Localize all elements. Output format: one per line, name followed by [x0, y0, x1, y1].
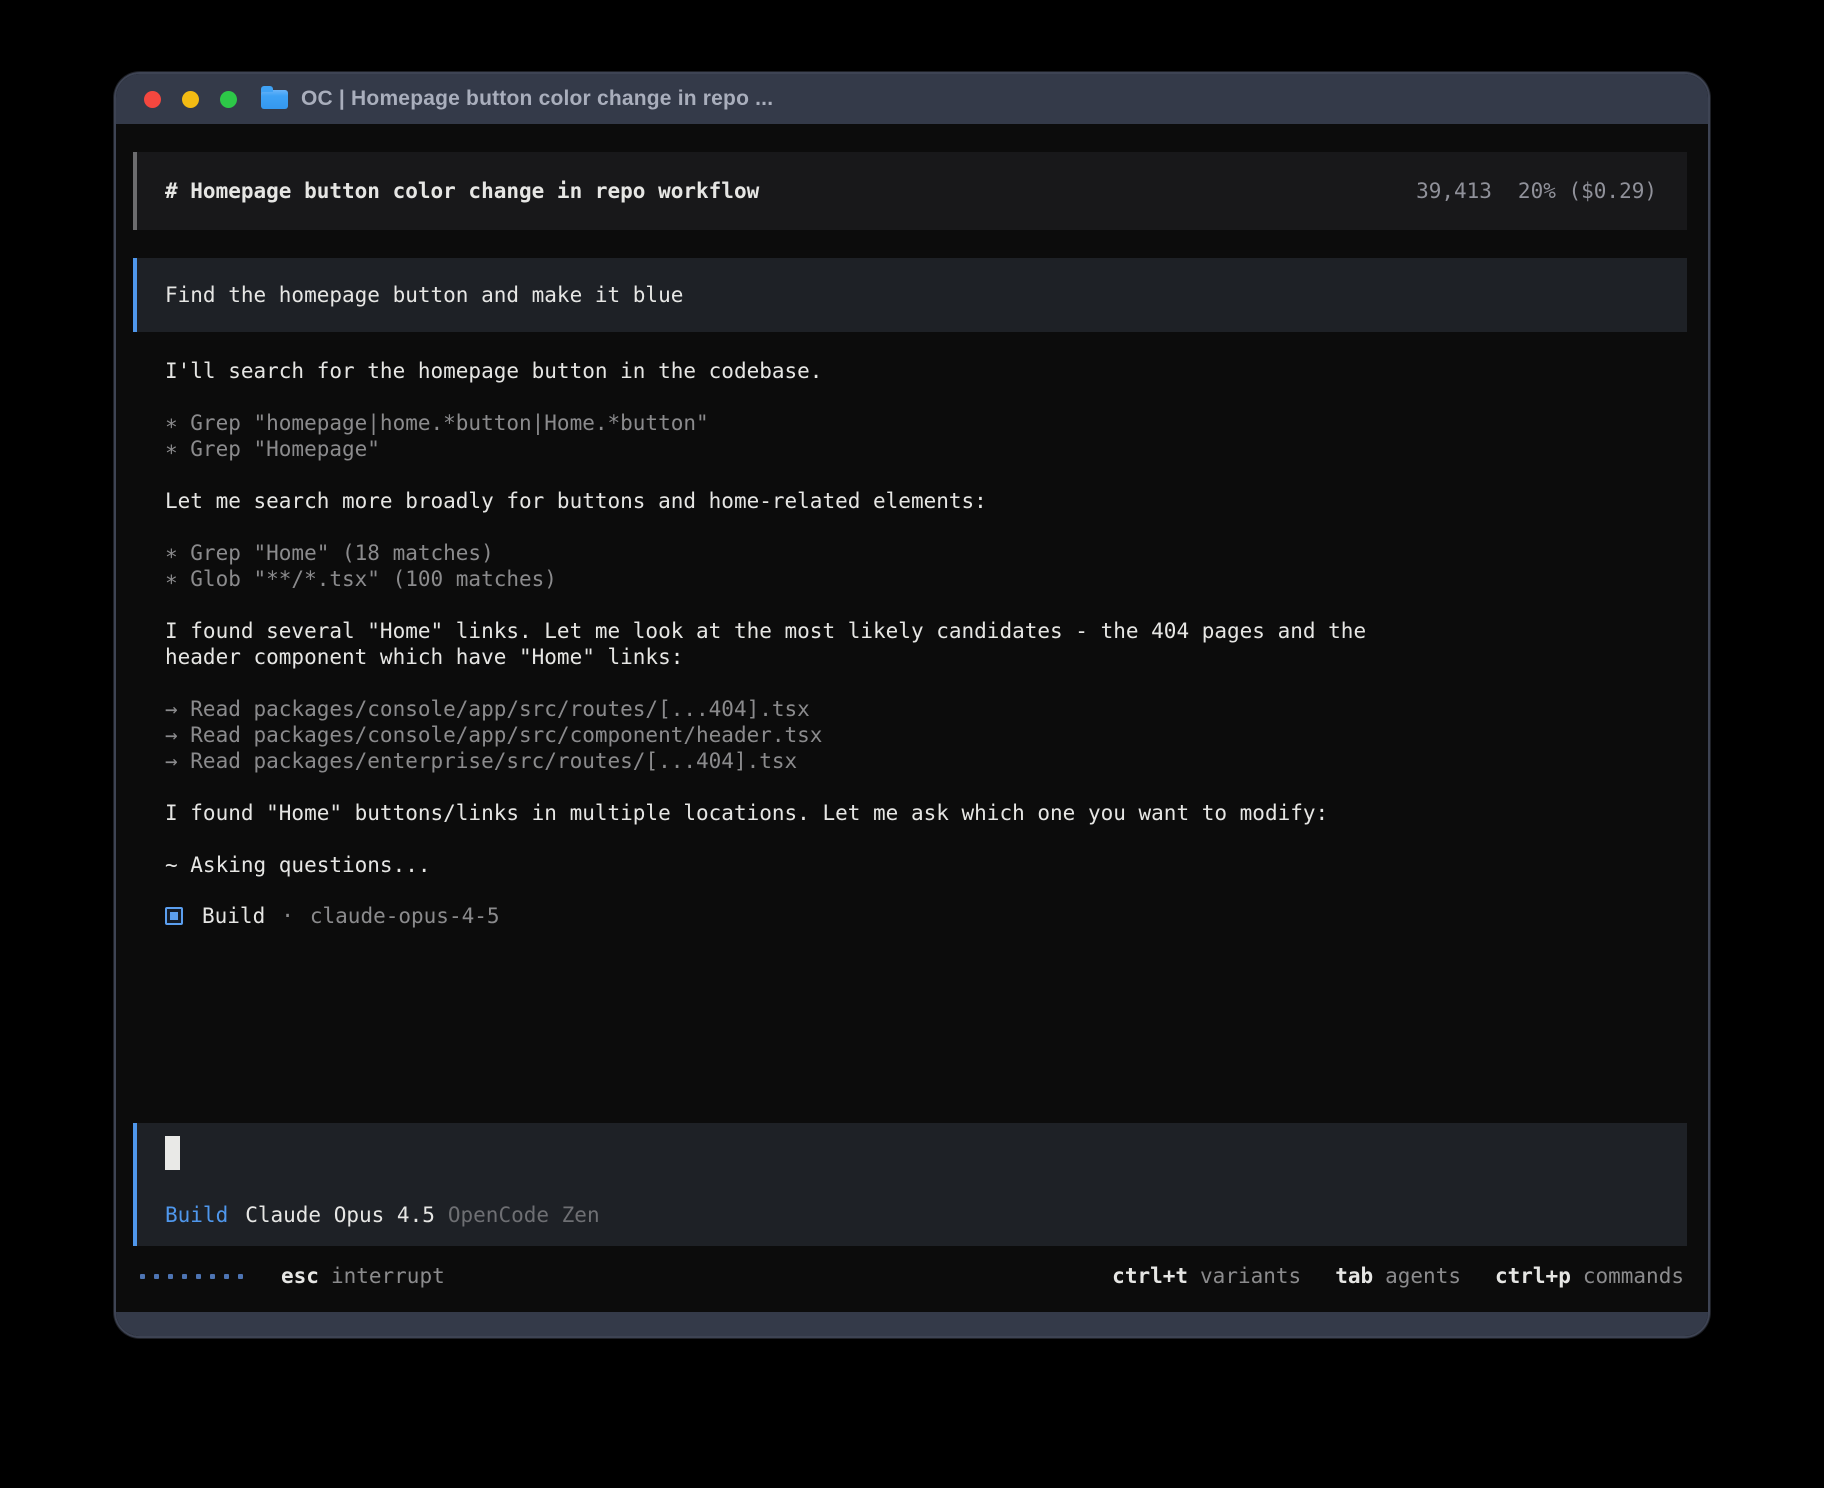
model-status-row: Build Claude Opus 4.5 OpenCode Zen	[165, 1203, 1687, 1227]
shortcut-key: ctrl+t	[1112, 1264, 1188, 1288]
tool-call-read: → Read packages/enterprise/src/routes/[.…	[165, 748, 1687, 774]
shortcut-label: variants	[1200, 1264, 1301, 1288]
tool-call-grep: ∗ Grep "homepage|home.*button|Home.*butt…	[165, 410, 1687, 436]
token-count: 39,413	[1416, 179, 1492, 203]
shortcut-label: commands	[1583, 1264, 1684, 1288]
user-message: Find the homepage button and make it blu…	[133, 258, 1687, 332]
assistant-paragraph: I found "Home" buttons/links in multiple…	[133, 800, 1687, 826]
assistant-paragraph: I'll search for the homepage button in t…	[133, 358, 1687, 384]
maximize-button[interactable]	[220, 91, 237, 108]
close-button[interactable]	[144, 91, 161, 108]
minimize-button[interactable]	[182, 91, 199, 108]
agent-mode-label[interactable]: Build	[165, 1203, 228, 1227]
shortcut-agents: tab agents	[1335, 1264, 1461, 1288]
terminal-content: # Homepage button color change in repo w…	[116, 124, 1708, 1312]
context-cost: 20% ($0.29)	[1518, 179, 1657, 203]
assistant-paragraph: I found several "Home" links. Let me loo…	[133, 618, 1687, 670]
agent-model: claude-opus-4-5	[310, 904, 500, 928]
bottom-panel: Build Claude Opus 4.5 OpenCode Zen esc i…	[133, 1123, 1687, 1312]
model-name[interactable]: Claude Opus 4.5	[245, 1203, 435, 1227]
prompt-input[interactable]: Build Claude Opus 4.5 OpenCode Zen	[133, 1123, 1687, 1246]
status-bar-right: ctrl+t variants tab agents ctrl+p comman…	[1112, 1264, 1684, 1288]
shortcut-label: interrupt	[331, 1264, 445, 1288]
assistant-paragraph: Let me search more broadly for buttons a…	[133, 488, 1687, 514]
shortcut-commands: ctrl+p commands	[1495, 1264, 1684, 1288]
agent-icon	[165, 907, 183, 925]
tool-call-glob: ∗ Glob "**/*.tsx" (100 matches)	[165, 566, 1687, 592]
tool-call-read: → Read packages/console/app/src/componen…	[165, 722, 1687, 748]
provider-name: OpenCode Zen	[448, 1203, 600, 1227]
tool-call-group: ∗ Grep "Home" (18 matches) ∗ Glob "**/*.…	[133, 540, 1687, 592]
titlebar: OC | Homepage button color change in rep…	[116, 74, 1708, 124]
tool-call-group: ∗ Grep "homepage|home.*button|Home.*butt…	[133, 410, 1687, 462]
conversation-area[interactable]: # Homepage button color change in repo w…	[133, 124, 1687, 928]
shortcut-variants: ctrl+t variants	[1112, 1264, 1301, 1288]
text-cursor	[165, 1136, 180, 1170]
folder-icon	[261, 90, 288, 109]
traffic-lights	[144, 91, 237, 108]
tool-call-grep: ∗ Grep "Home" (18 matches)	[165, 540, 1687, 566]
spinner-dots	[140, 1274, 243, 1279]
status-bar-left: esc interrupt	[140, 1264, 445, 1288]
terminal-window: OC | Homepage button color change in rep…	[114, 72, 1710, 1338]
agent-separator: ·	[281, 904, 294, 928]
shortcut-interrupt: esc interrupt	[281, 1264, 445, 1288]
session-stats: 39,413 20% ($0.29)	[1416, 179, 1657, 203]
user-message-text: Find the homepage button and make it blu…	[165, 283, 683, 307]
assistant-status: ~ Asking questions...	[133, 852, 1687, 878]
status-bar: esc interrupt ctrl+t variants tab agents…	[133, 1246, 1687, 1312]
agent-badge-row: Build · claude-opus-4-5	[133, 904, 1687, 928]
agent-name: Build	[202, 904, 265, 928]
window-bottom-strip	[116, 1312, 1708, 1336]
shortcut-key: tab	[1335, 1264, 1373, 1288]
tool-call-group: → Read packages/console/app/src/routes/[…	[133, 696, 1687, 774]
window-title: OC | Homepage button color change in rep…	[301, 87, 773, 111]
shortcut-key: ctrl+p	[1495, 1264, 1571, 1288]
tool-call-read: → Read packages/console/app/src/routes/[…	[165, 696, 1687, 722]
shortcut-label: agents	[1385, 1264, 1461, 1288]
session-title: # Homepage button color change in repo w…	[165, 179, 759, 203]
session-header: # Homepage button color change in repo w…	[133, 152, 1687, 230]
shortcut-key: esc	[281, 1264, 319, 1288]
tool-call-grep: ∗ Grep "Homepage"	[165, 436, 1687, 462]
